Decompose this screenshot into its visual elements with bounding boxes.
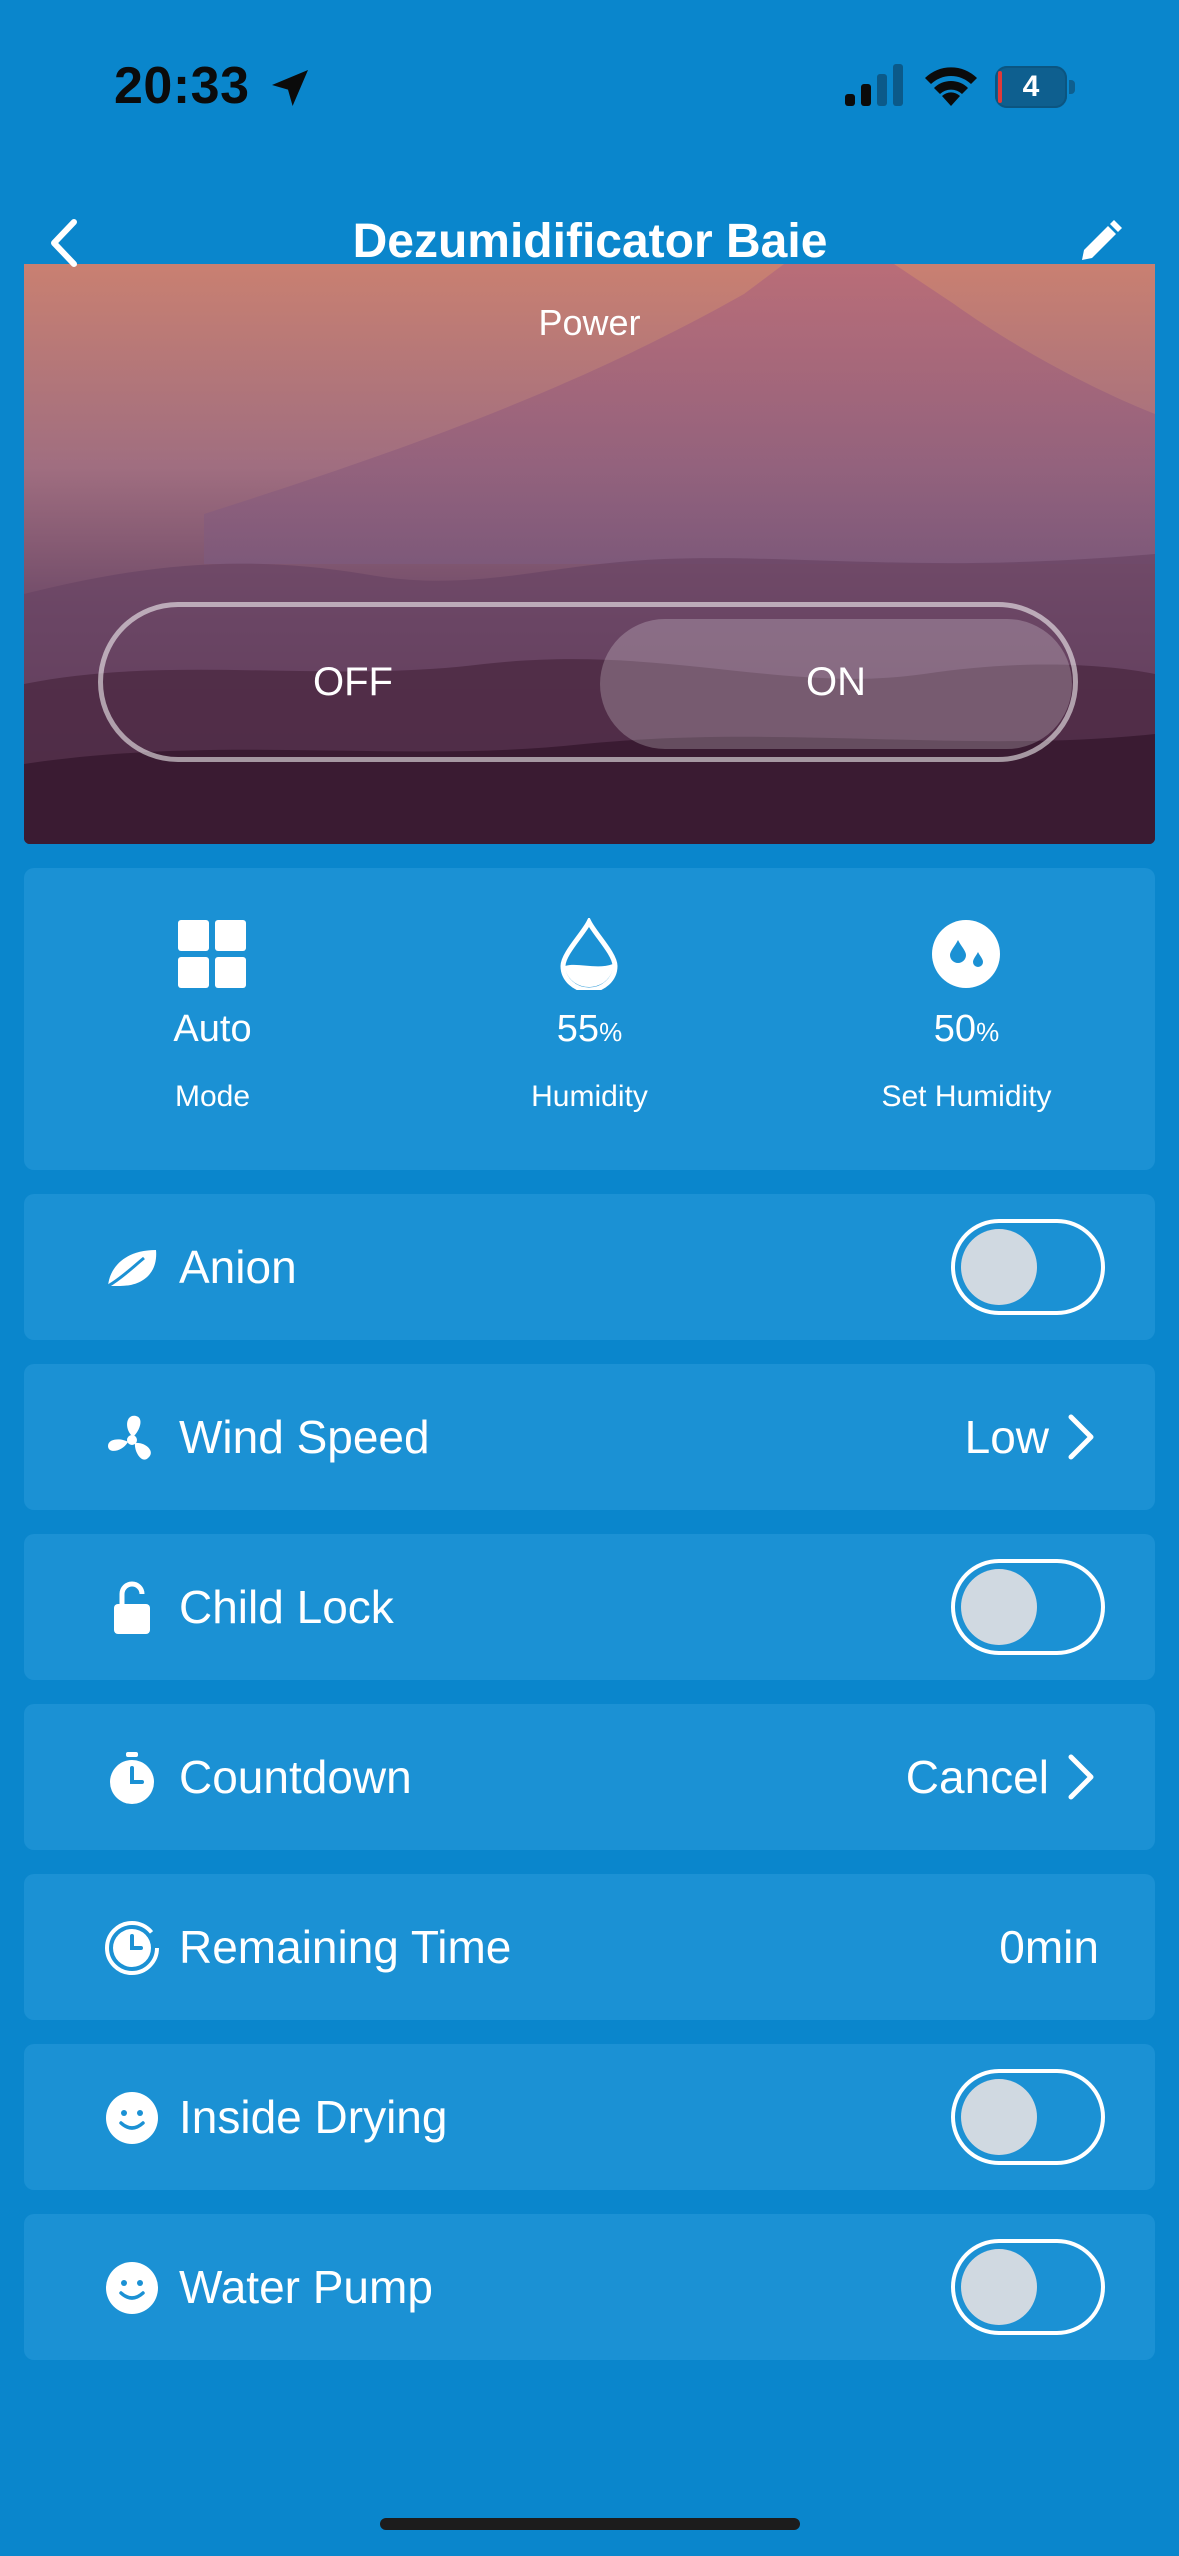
child-lock-label: Child Lock bbox=[179, 1581, 394, 1633]
countdown-value: Cancel bbox=[905, 1751, 1049, 1803]
power-label: Power bbox=[538, 302, 641, 343]
set-humidity-label: Set Humidity bbox=[881, 1080, 1052, 1113]
anion-row: Anion bbox=[24, 1194, 1155, 1340]
toggle-knob bbox=[961, 2249, 1037, 2325]
toggle-knob bbox=[961, 1569, 1037, 1645]
lock-icon bbox=[114, 1581, 150, 1634]
power-off-option[interactable]: OFF bbox=[103, 607, 603, 757]
set-humidity-value: 50% bbox=[933, 1008, 1000, 1050]
grid-icon bbox=[178, 920, 246, 988]
inside-drying-row: Inside Drying bbox=[24, 2044, 1155, 2190]
smiley-icon bbox=[106, 2092, 158, 2144]
wind-speed-value: Low bbox=[964, 1411, 1049, 1463]
clock-icon bbox=[105, 1921, 159, 1975]
wind-speed-label: Wind Speed bbox=[179, 1411, 430, 1463]
toggle-knob bbox=[961, 1229, 1037, 1305]
water-pump-toggle[interactable] bbox=[951, 2239, 1105, 2335]
smiley-icon bbox=[106, 2262, 158, 2314]
remaining-time-label: Remaining Time bbox=[179, 1921, 512, 1973]
timer-icon bbox=[110, 1752, 154, 1804]
humidity-stat: 55% Humidity bbox=[401, 868, 778, 1170]
leaf-icon bbox=[107, 1250, 157, 1288]
wifi-icon bbox=[925, 67, 977, 106]
water-pump-row: Water Pump bbox=[24, 2214, 1155, 2360]
humidity-label: Humidity bbox=[531, 1080, 648, 1113]
edit-pencil-icon[interactable] bbox=[1076, 218, 1124, 266]
remaining-time-row: Remaining Time 0min bbox=[24, 1874, 1155, 2020]
home-indicator[interactable] bbox=[380, 2518, 800, 2530]
countdown-row[interactable]: Countdown Cancel bbox=[24, 1704, 1155, 1850]
anion-toggle[interactable] bbox=[951, 1219, 1105, 1315]
fan-icon bbox=[108, 1415, 151, 1460]
humidity-set-icon bbox=[932, 920, 1000, 988]
power-toggle[interactable]: OFF ON bbox=[98, 602, 1078, 762]
humidity-value: 55% bbox=[556, 1008, 623, 1050]
wind-speed-row[interactable]: Wind Speed Low bbox=[24, 1364, 1155, 1510]
cellular-signal-icon bbox=[845, 64, 903, 106]
child-lock-toggle[interactable] bbox=[951, 1559, 1105, 1655]
mode-stat[interactable]: Auto Mode bbox=[24, 868, 401, 1170]
water-pump-label: Water Pump bbox=[179, 2261, 433, 2313]
battery-indicator: 4 bbox=[995, 66, 1077, 108]
status-summary-card: Auto Mode 55% Humidity 50% Set Humidity bbox=[24, 868, 1155, 1170]
location-arrow-icon bbox=[272, 70, 308, 106]
chevron-right-icon bbox=[1068, 1754, 1094, 1800]
water-drop-icon bbox=[560, 918, 618, 990]
countdown-label: Countdown bbox=[179, 1751, 412, 1803]
battery-level: 4 bbox=[1022, 70, 1040, 103]
inside-drying-label: Inside Drying bbox=[179, 2091, 448, 2143]
set-humidity-stat[interactable]: 50% Set Humidity bbox=[778, 868, 1155, 1170]
child-lock-row: Child Lock bbox=[24, 1534, 1155, 1680]
status-time: 20:33 bbox=[114, 57, 250, 115]
mode-value: Auto bbox=[173, 1008, 252, 1050]
mode-label: Mode bbox=[174, 1080, 251, 1113]
inside-drying-toggle[interactable] bbox=[951, 2069, 1105, 2165]
anion-label: Anion bbox=[179, 1241, 297, 1293]
chevron-right-icon bbox=[1068, 1414, 1094, 1460]
page-title: Dezumidificator Baie bbox=[352, 215, 828, 268]
toggle-knob bbox=[961, 2079, 1037, 2155]
power-on-option[interactable]: ON bbox=[600, 607, 1072, 757]
remaining-time-value: 0min bbox=[999, 1921, 1099, 1973]
back-chevron-icon[interactable] bbox=[44, 216, 84, 270]
